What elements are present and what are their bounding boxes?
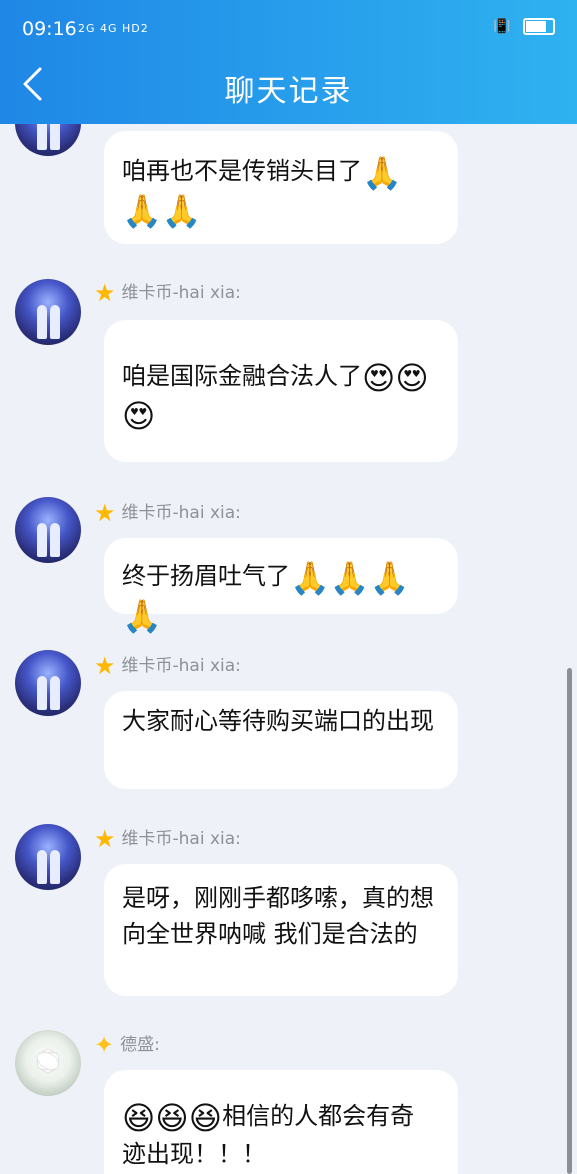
battery-icon <box>523 18 555 35</box>
star-icon: ★ <box>94 279 116 307</box>
sender-name: 维卡币-hai xia: <box>121 656 241 676</box>
avatar[interactable] <box>15 824 81 890</box>
message-bubble[interactable]: 😆😆😆相信的人都会有奇迹出现！！！ <box>104 1070 458 1174</box>
sender-name-row: ★ 维卡币-hai xia: <box>94 278 241 307</box>
sender-name-row: ★ 维卡币-hai xia: <box>94 498 241 527</box>
message-bubble[interactable]: 大家耐心等待购买端口的出现 <box>104 691 458 789</box>
status-right: 📳 <box>493 18 555 35</box>
sender-name: 维卡币-hai xia: <box>121 283 241 303</box>
star-icon: ★ <box>94 499 116 527</box>
title-bar: 聊天记录 <box>0 44 577 124</box>
chat-history[interactable]: 咱再也不是传销头目了🙏🙏🙏 ★ 维卡币-hai xia: 咱是国际金融合法人了😍😍… <box>0 124 577 1174</box>
avatar[interactable] <box>15 1030 81 1096</box>
message-text: 咱再也不是传销头目了 <box>122 157 362 185</box>
avatar[interactable] <box>15 124 81 156</box>
message-bubble[interactable]: 是呀，刚刚手都哆嗦，真的想向全世界呐喊 我们是合法的 <box>104 864 458 996</box>
message-bubble[interactable]: 终于扬眉吐气了🙏🙏🙏🙏 <box>104 538 458 634</box>
message-text: 大家耐心等待购买端口的出现 <box>122 707 434 735</box>
star-icon: ★ <box>94 825 116 853</box>
network-indicator: 2G 4G HD2 <box>78 22 149 35</box>
grin-emoji-icon: 😆😆😆 <box>122 1099 223 1137</box>
message-text: 是呀，刚刚手都哆嗦，真的想向全世界呐喊 我们是合法的 <box>122 884 434 948</box>
sender-name-row: ✦ 德盛: <box>94 1030 160 1059</box>
sender-name: 维卡币-hai xia: <box>121 829 241 849</box>
message-bubble[interactable]: 咱是国际金融合法人了😍😍😍 <box>104 320 458 462</box>
scrollbar[interactable] <box>567 668 572 1174</box>
status-bar: 09:16 2G 4G HD2 📳 <box>0 0 577 44</box>
avatar[interactable] <box>15 497 81 563</box>
sender-name-row: ★ 维卡币-hai xia: <box>94 651 241 680</box>
sender-name-row: ★ 维卡币-hai xia: <box>94 824 241 853</box>
sender-name: 维卡币-hai xia: <box>121 503 241 523</box>
vibrate-icon: 📳 <box>493 18 511 35</box>
sparkle-star-icon: ✦ <box>94 1031 115 1059</box>
page-title: 聊天记录 <box>224 74 353 109</box>
avatar[interactable] <box>15 279 81 345</box>
star-icon: ★ <box>94 652 116 680</box>
message-text: 终于扬眉吐气了 <box>122 562 290 590</box>
message-text: 咱是国际金融合法人了 <box>122 362 362 390</box>
message-bubble[interactable]: 咱再也不是传销头目了🙏🙏🙏 <box>104 131 458 244</box>
sender-name: 德盛: <box>120 1035 160 1055</box>
avatar[interactable] <box>15 650 81 716</box>
status-time: 09:16 <box>22 18 77 40</box>
